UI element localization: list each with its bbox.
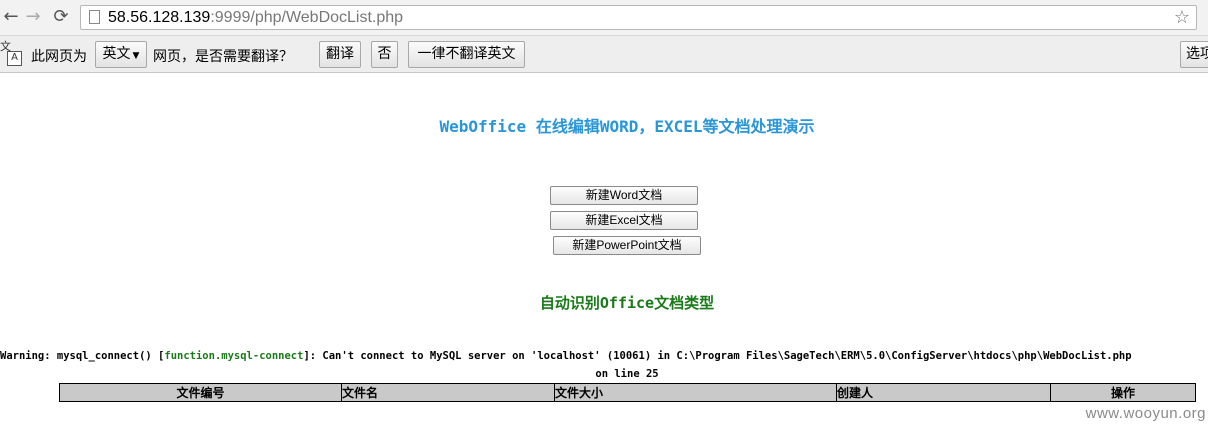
col-actions: 操作 bbox=[1050, 383, 1196, 402]
php-warning-line: on line 25 bbox=[595, 368, 659, 380]
new-powerpoint-button[interactable]: 新建PowerPoint文档 bbox=[553, 236, 701, 255]
reload-icon[interactable]: ⟳ bbox=[50, 6, 72, 28]
warning-function-link[interactable]: function.mysql-connect bbox=[164, 350, 303, 362]
options-button[interactable]: 选项 bbox=[1180, 41, 1208, 68]
translate-bar: 文A 此网页为 英文 ▼ 网页，是否需要翻译？ 翻译 否 一律不翻译英文 选项 bbox=[0, 36, 1208, 73]
page-subtitle: 自动识别Office文档类型 bbox=[539, 294, 715, 312]
translate-icon: 文A bbox=[0, 41, 22, 66]
address-bar[interactable]: 58.56.128.139:9999/php/WebDocList.php ☆ bbox=[80, 5, 1197, 30]
back-icon[interactable]: ← bbox=[0, 6, 22, 28]
forward-icon[interactable]: → bbox=[22, 6, 44, 28]
table-header-row: 文件编号 文件名 文件大小 创建人 操作 bbox=[59, 383, 1196, 402]
watermark: www.wooyun.org bbox=[1085, 405, 1206, 422]
bookmark-star-icon[interactable]: ☆ bbox=[1174, 7, 1190, 28]
translate-question: 网页，是否需要翻译？ bbox=[153, 49, 293, 65]
new-excel-button[interactable]: 新建Excel文档 bbox=[550, 211, 698, 230]
translate-prefix: 此网页为 bbox=[31, 49, 87, 65]
new-word-button[interactable]: 新建Word文档 bbox=[550, 186, 698, 205]
url-text[interactable]: 58.56.128.139:9999/php/WebDocList.php bbox=[108, 9, 403, 27]
col-file-size: 文件大小 bbox=[554, 383, 837, 402]
page-title: WebOffice 在线编辑WORD，EXCEL等文档处理演示 bbox=[439, 117, 815, 136]
col-creator: 创建人 bbox=[836, 383, 1051, 402]
col-file-name: 文件名 bbox=[341, 383, 555, 402]
translate-button[interactable]: 翻译 bbox=[319, 41, 361, 68]
file-table: 文件编号 文件名 文件大小 创建人 操作 bbox=[59, 383, 1196, 402]
never-translate-button[interactable]: 一律不翻译英文 bbox=[408, 41, 525, 68]
browser-toolbar: ← → ⟳ 58.56.128.139:9999/php/WebDocList.… bbox=[0, 0, 1208, 36]
php-warning: Warning: mysql_connect() [function.mysql… bbox=[0, 350, 1132, 362]
language-select[interactable]: 英文 ▼ bbox=[95, 41, 147, 68]
no-button[interactable]: 否 bbox=[371, 41, 398, 68]
page-icon bbox=[89, 10, 100, 24]
col-file-id: 文件编号 bbox=[59, 383, 342, 402]
